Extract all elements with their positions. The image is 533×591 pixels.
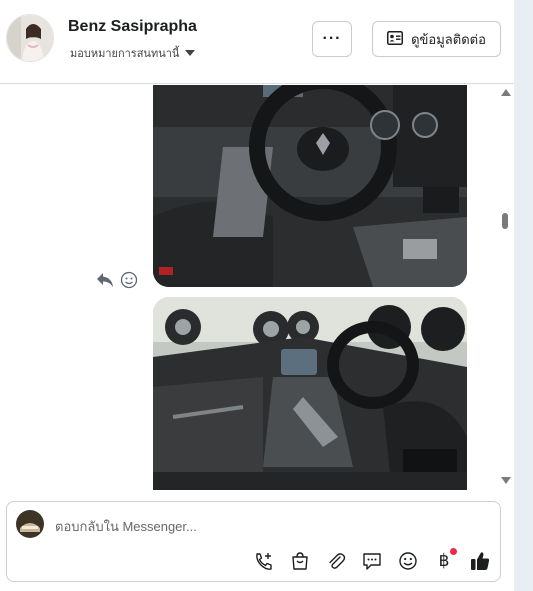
thread-scrollbar[interactable] bbox=[498, 85, 512, 490]
scroll-down-arrow-icon[interactable] bbox=[501, 477, 511, 484]
contact-card-icon bbox=[387, 30, 404, 48]
reply-input[interactable] bbox=[55, 516, 475, 536]
view-contact-info-button[interactable]: ดูข้อมูลติดต่อ bbox=[372, 21, 501, 57]
car-interior-photo-steering[interactable] bbox=[153, 85, 467, 287]
baht-icon: ฿ bbox=[438, 551, 450, 571]
view-contact-info-label: ดูข้อมูลติดต่อ bbox=[411, 31, 486, 47]
baht-payment-button[interactable]: ฿ bbox=[431, 548, 457, 574]
message-actions bbox=[96, 271, 138, 294]
paperclip-icon[interactable] bbox=[323, 548, 349, 574]
more-options-button[interactable]: ··· bbox=[312, 21, 352, 57]
emoji-picker-icon[interactable] bbox=[395, 548, 421, 574]
page-avatar bbox=[16, 510, 44, 538]
assign-label: มอบหมายการสนทนานี้ bbox=[70, 48, 180, 60]
car-interior-photo-dashboard[interactable] bbox=[153, 297, 467, 490]
assign-conversation-dropdown[interactable]: มอบหมายการสนทนานี้ bbox=[70, 44, 196, 62]
composer-toolbar: ฿ bbox=[251, 548, 493, 574]
messenger-conversation-panel: Benz Sasiprapha มอบหมายการสนทนานี้ ··· ด… bbox=[0, 0, 533, 591]
notification-dot bbox=[450, 548, 457, 555]
caret-down-icon bbox=[185, 50, 196, 56]
conversation-header: Benz Sasiprapha มอบหมายการสนทนานี้ ··· ด… bbox=[0, 0, 514, 84]
call-add-icon[interactable] bbox=[251, 548, 277, 574]
like-thumb-icon[interactable] bbox=[467, 548, 493, 574]
contact-name[interactable]: Benz Sasiprapha bbox=[68, 18, 197, 36]
scroll-up-arrow-icon[interactable] bbox=[501, 89, 511, 96]
chat-bubble-icon[interactable] bbox=[359, 548, 385, 574]
emoji-icon[interactable] bbox=[120, 271, 138, 294]
reply-icon[interactable] bbox=[96, 272, 114, 293]
shopping-bag-icon[interactable] bbox=[287, 548, 313, 574]
message-thread[interactable] bbox=[0, 85, 514, 490]
right-panel-edge bbox=[514, 0, 533, 591]
scroll-thumb[interactable] bbox=[502, 213, 508, 229]
reply-composer: ฿ bbox=[6, 501, 501, 582]
contact-avatar[interactable] bbox=[6, 14, 54, 62]
